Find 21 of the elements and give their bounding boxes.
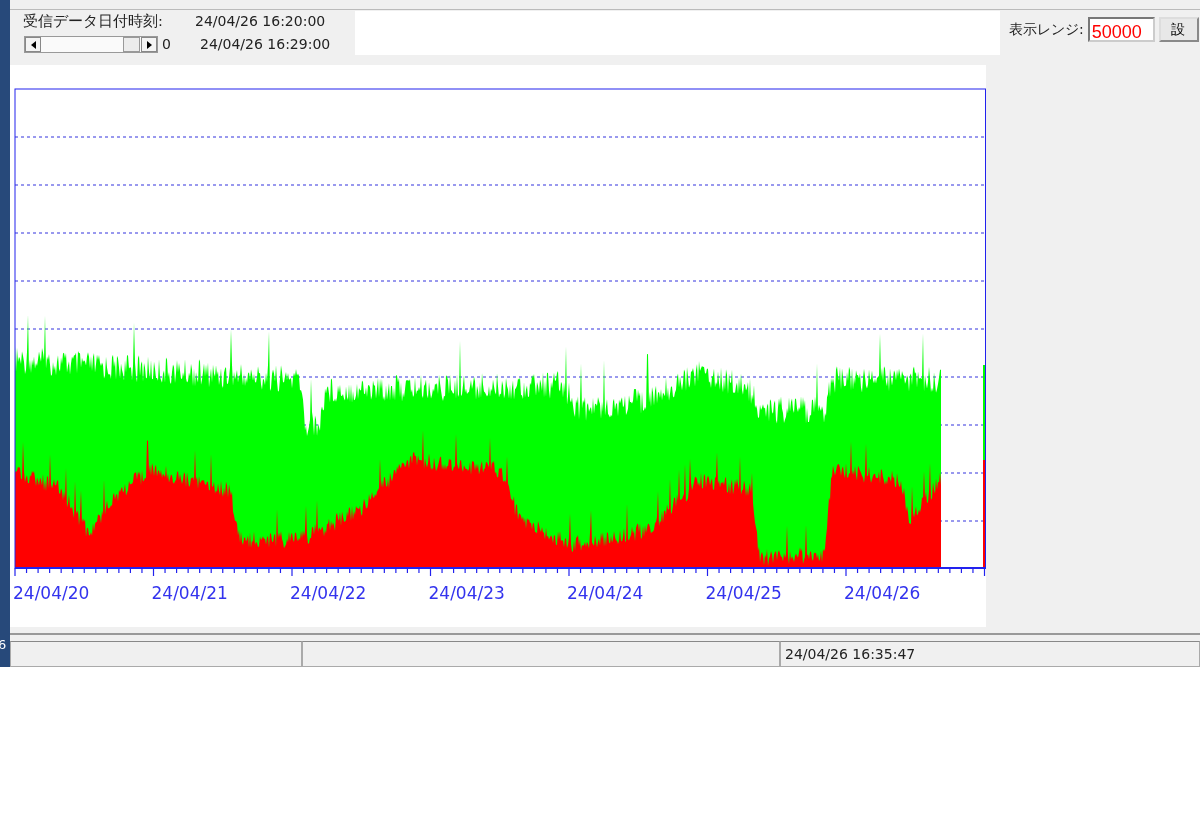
scroll-left-button[interactable] [25,37,41,52]
received-label: 受信データ日付時刻: [23,11,164,31]
axis-label: 24/04/20 [13,583,90,603]
axis-label: 24/04/21 [151,583,228,603]
scrollbar[interactable] [24,36,158,53]
right-arrow-icon [146,40,152,49]
axis-label: 24/04/23 [428,583,505,603]
axis-label: 24/04/22 [290,583,367,603]
axis-label: 24/04/24 [567,583,644,603]
axis-label: 24/04/25 [705,583,782,603]
scroll-value: 0 [162,35,172,54]
axis-label: 24/04/26 [844,583,921,603]
set-button[interactable]: 設 [1158,17,1199,42]
scroll-thumb[interactable] [123,37,140,52]
end-time: 24/04/26 16:29:00 [200,35,331,54]
range-label: 表示レンジ: [1009,20,1084,39]
left-arrow-icon [30,40,36,49]
status-time: 24/04/26 16:35:47 [780,641,1200,667]
start-time: 24/04/26 16:20:00 [195,12,326,31]
range-input[interactable]: 50000 [1087,17,1155,42]
scroll-right-button[interactable] [141,37,157,52]
